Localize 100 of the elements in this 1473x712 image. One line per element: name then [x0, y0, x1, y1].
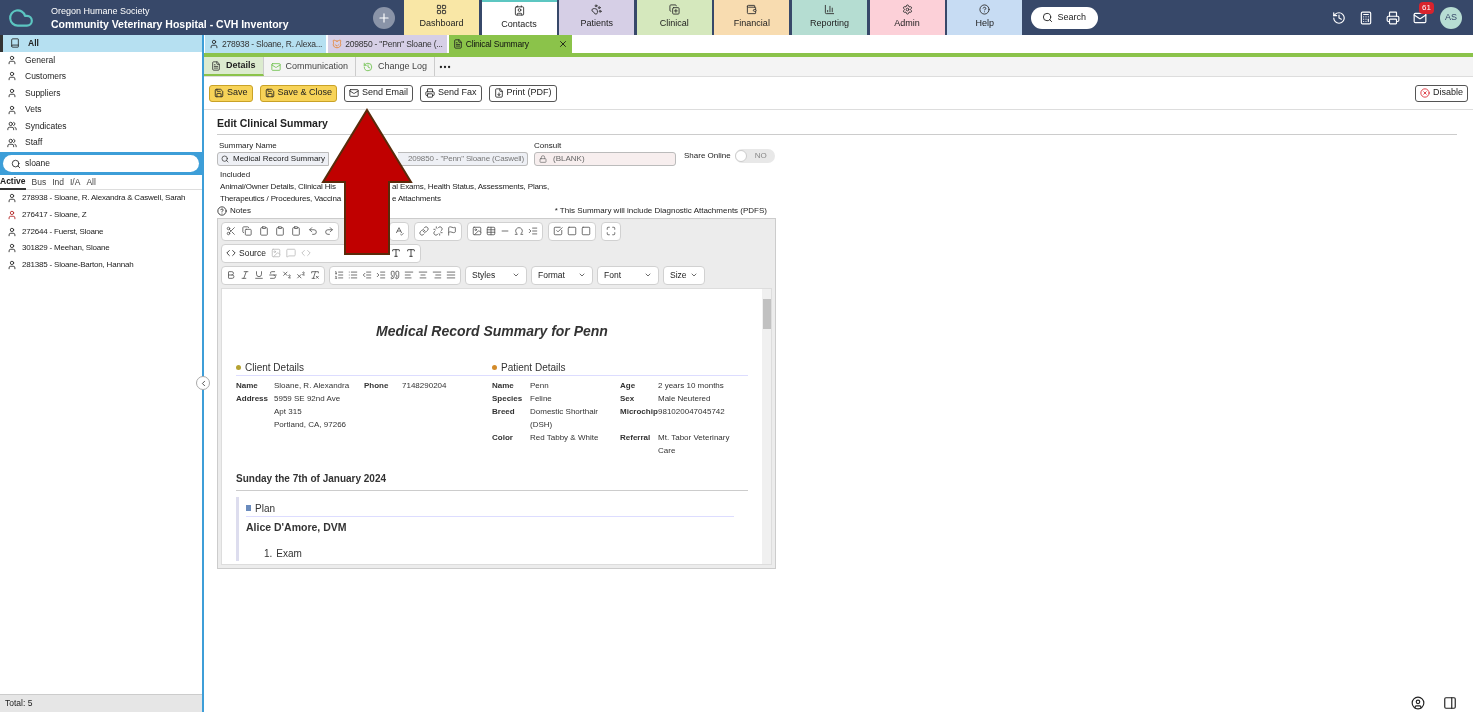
- bold-icon[interactable]: [226, 270, 236, 281]
- nav-tab[interactable]: Reporting: [791, 0, 867, 35]
- contact-result[interactable]: 276417 - Sloane, Z: [0, 206, 202, 224]
- action-button[interactable]: Save: [209, 84, 253, 102]
- help-icon[interactable]: [217, 205, 227, 216]
- category-item[interactable]: Vets: [0, 101, 202, 118]
- filter-tab[interactable]: Bus: [31, 175, 47, 189]
- filter-tab[interactable]: All: [86, 175, 96, 189]
- style-dropdown[interactable]: Font: [597, 265, 659, 285]
- action-button[interactable]: Send Email: [344, 84, 414, 102]
- history-icon[interactable]: [1332, 10, 1346, 25]
- align-left-icon[interactable]: [404, 270, 414, 281]
- person-icon[interactable]: [1411, 696, 1425, 710]
- nav-tab[interactable]: Admin: [869, 0, 945, 35]
- numbered-list-icon[interactable]: [334, 270, 344, 281]
- sub-tab[interactable]: Details: [204, 57, 264, 76]
- align-center-icon[interactable]: [418, 270, 428, 281]
- undo-icon[interactable]: [307, 226, 318, 237]
- subscript-icon[interactable]: [282, 270, 292, 281]
- unlink-icon[interactable]: [433, 226, 443, 237]
- category-item[interactable]: All: [0, 35, 202, 52]
- add-button[interactable]: [373, 6, 395, 29]
- background-color-icon[interactable]: [406, 248, 416, 259]
- paste-word-icon[interactable]: [291, 226, 302, 237]
- nav-tab[interactable]: Financial: [714, 0, 790, 35]
- checkbox-icon[interactable]: [553, 226, 563, 237]
- contact-result[interactable]: 301829 - Meehan, Sloane: [0, 239, 202, 257]
- filter-tab[interactable]: Active: [0, 174, 26, 190]
- collapse-button[interactable]: [196, 376, 210, 390]
- field-value: 5959 SE 92nd Ave Apt 315 Portland, CA, 97266: [274, 392, 348, 431]
- search-field[interactable]: sloane: [3, 155, 199, 173]
- flag-icon[interactable]: [447, 226, 457, 237]
- align-justify-icon[interactable]: [446, 270, 456, 281]
- contact-result[interactable]: 278938 - Sloane, R. Alexandra & Caswell, Sarah: [0, 190, 202, 207]
- mail-icon[interactable]: [1413, 10, 1427, 25]
- strikethrough-icon[interactable]: [268, 270, 278, 281]
- link-icon[interactable]: [419, 226, 429, 237]
- style-dropdown[interactable]: Format: [531, 265, 593, 285]
- contact-result[interactable]: 272644 - Fuerst, Sloane: [0, 223, 202, 240]
- category-item[interactable]: Staff: [0, 134, 202, 152]
- sub-tab[interactable]: Communication: [263, 57, 357, 76]
- indent-icon[interactable]: [376, 270, 386, 281]
- action-button[interactable]: Print (PDF): [488, 84, 557, 102]
- style-dropdown[interactable]: Size: [663, 265, 705, 285]
- italic-icon[interactable]: [240, 270, 250, 281]
- category-item[interactable]: Suppliers: [0, 84, 202, 102]
- search-button[interactable]: Search: [1030, 6, 1098, 29]
- action-button[interactable]: Send Fax: [420, 84, 482, 102]
- patient-field[interactable]: 209850 - "Penn" Sloane (Caswell): [398, 151, 528, 166]
- superscript-icon[interactable]: [296, 270, 306, 281]
- document-title: Medical Record Summary for Penn: [375, 321, 609, 341]
- omega-icon[interactable]: [514, 226, 524, 237]
- consult-field[interactable]: (BLANK): [534, 151, 676, 166]
- scissors-icon[interactable]: [226, 226, 236, 237]
- spellcheck-icon[interactable]: [394, 226, 404, 237]
- select-icon[interactable]: [581, 226, 591, 237]
- page-break-icon[interactable]: [528, 226, 538, 237]
- textfield-icon[interactable]: [567, 226, 577, 237]
- maximize-icon[interactable]: [606, 226, 616, 237]
- copy-icon[interactable]: [242, 226, 253, 237]
- side-panel-icon[interactable]: [1443, 696, 1457, 710]
- paste-text-icon[interactable]: [275, 226, 285, 237]
- scrollbar[interactable]: [762, 288, 771, 564]
- quote-icon[interactable]: [390, 270, 400, 281]
- nav-tab[interactable]: Clinical: [636, 0, 712, 35]
- category-item[interactable]: Syndicates: [0, 117, 202, 135]
- redo-icon[interactable]: [323, 226, 334, 237]
- close-icon[interactable]: [557, 39, 568, 49]
- nav-tab[interactable]: Dashboard: [404, 0, 479, 35]
- user-avatar[interactable]: AS: [1440, 6, 1462, 29]
- category-item[interactable]: Customers: [0, 68, 202, 85]
- disable-button[interactable]: Disable: [1415, 84, 1468, 102]
- category-item[interactable]: General: [0, 51, 202, 69]
- settings-icon: [901, 4, 913, 16]
- table-icon[interactable]: [486, 226, 496, 237]
- nav-tab[interactable]: Help: [947, 0, 1023, 35]
- sub-tab[interactable]: Change Log: [356, 57, 436, 76]
- document-tab[interactable]: Clinical Summary: [448, 35, 572, 53]
- filter-tab[interactable]: I/A: [70, 175, 81, 189]
- style-dropdown[interactable]: Styles: [465, 265, 527, 285]
- remove-format-icon[interactable]: [310, 270, 320, 281]
- nav-tab[interactable]: Contacts: [481, 0, 557, 35]
- lock-icon: [539, 154, 547, 163]
- document-tab[interactable]: 278938 - Sloane, R. Alexa...: [205, 35, 327, 53]
- document-tab[interactable]: 209850 - "Penn" Sloane (...: [328, 35, 447, 53]
- action-button[interactable]: Save & Close: [259, 84, 338, 102]
- paste-icon[interactable]: [258, 226, 269, 237]
- nav-tab[interactable]: Patients: [559, 0, 635, 35]
- align-right-icon[interactable]: [432, 270, 442, 281]
- bullet-list-icon[interactable]: [348, 270, 358, 281]
- text-color-icon[interactable]: [391, 248, 401, 259]
- calculator-icon[interactable]: [1359, 10, 1373, 25]
- summary-name-field[interactable]: Medical Record Summary: [217, 151, 329, 166]
- image-icon[interactable]: [472, 226, 482, 237]
- source-button[interactable]: Source: [226, 246, 266, 260]
- contact-result[interactable]: 281385 - Sloane-Barton, Hannah: [0, 256, 202, 274]
- underline-icon[interactable]: [254, 270, 264, 281]
- printer-icon[interactable]: [1386, 10, 1400, 25]
- outdent-icon[interactable]: [362, 270, 372, 281]
- filter-tab[interactable]: Ind: [52, 175, 64, 189]
